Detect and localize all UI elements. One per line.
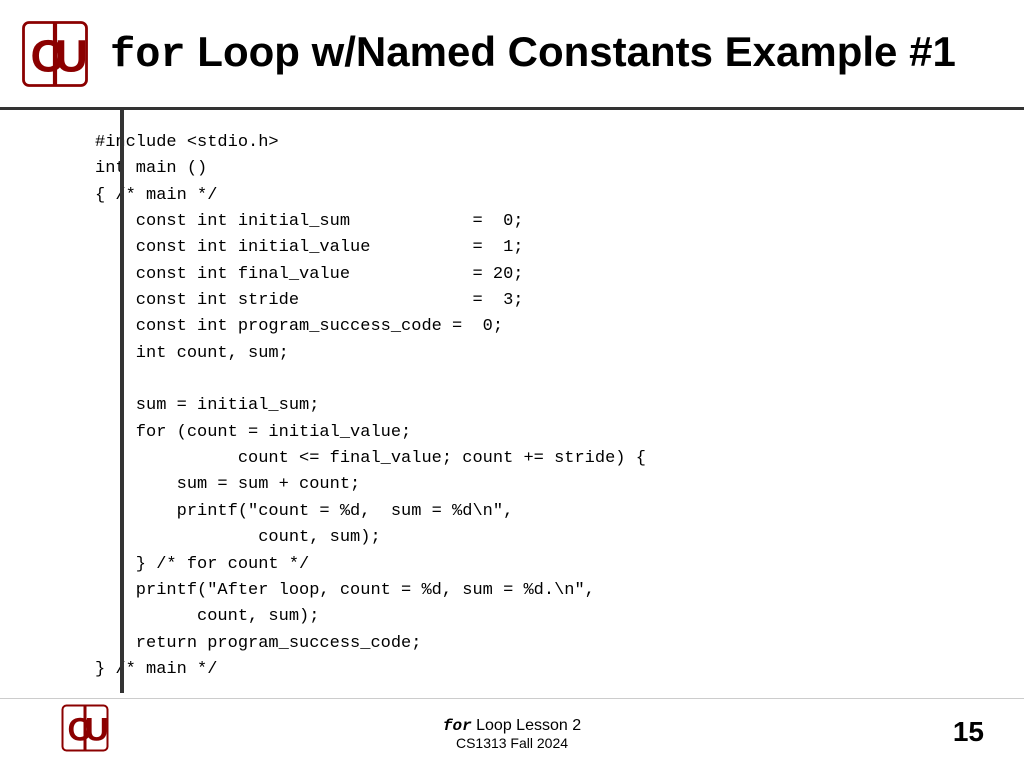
footer-text: for Loop Lesson 2 CS1313 Fall 2024 — [443, 717, 581, 751]
content-area: #include <stdio.h> int main () { /* main… — [0, 110, 1024, 693]
page-number: 15 — [953, 716, 984, 748]
header: O U for Loop w/Named Constants Example #… — [0, 0, 1024, 110]
left-border-line — [120, 110, 124, 693]
slide-title: for Loop w/Named Constants Example #1 — [110, 29, 956, 78]
logo: O U — [20, 19, 90, 89]
code-block: #include <stdio.h> int main () { /* main… — [75, 120, 666, 693]
svg-text:U: U — [85, 712, 108, 748]
footer-logo: O U — [60, 703, 110, 758]
svg-text:U: U — [55, 30, 88, 81]
footer: O U for Loop Lesson 2 CS1313 Fall 2024 1… — [0, 698, 1024, 768]
